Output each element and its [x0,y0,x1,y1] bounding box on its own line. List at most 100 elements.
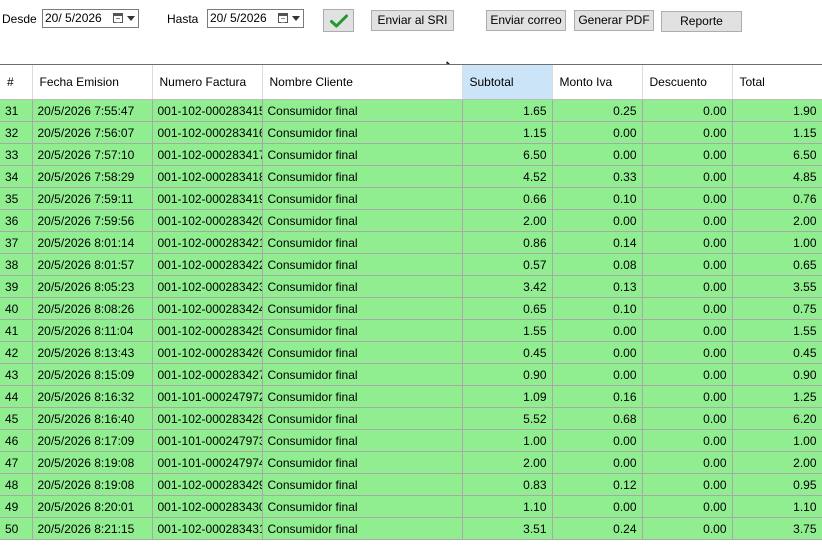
table-row[interactable]: 41 20/5/2026 8:11:04 001-102-000283425 Cons… [0,319,822,342]
nombre-cliente-cell[interactable]: Consumidor final [262,99,463,122]
numero-factura-cell[interactable]: 001-102-000283415 [152,99,263,122]
monto-iva-cell[interactable]: 0.12 [552,473,643,496]
monto-iva-cell[interactable]: 0.10 [552,187,643,210]
table-row[interactable]: 32 20/5/2026 7:56:07 001-102-000283416 Cons… [0,121,822,144]
descuento-cell[interactable]: 0.00 [642,319,733,342]
table-row[interactable]: 49 20/5/2026 8:20:01 001-102-000283430 Cons… [0,495,822,518]
table-row[interactable]: 34 20/5/2026 7:58:29 001-102-000283418 Cons… [0,165,822,188]
table-row[interactable]: 35 20/5/2026 7:59:11 001-102-000283419 Cons… [0,187,822,210]
subtotal-cell[interactable]: 6.50 [462,143,553,166]
nombre-cliente-cell[interactable]: Consumidor final [262,495,463,518]
subtotal-cell[interactable]: 2.00 [462,209,553,232]
table-row[interactable]: 37 20/5/2026 8:01:14 001-102-000283421 Cons… [0,231,822,254]
total-cell[interactable]: 1.55 [732,319,822,342]
fecha-emision-cell[interactable]: 20/5/2026 8:20:01 [32,495,153,518]
search-check-button[interactable] [323,9,354,32]
fecha-emision-cell[interactable]: 20/5/2026 8:08:26 [32,297,153,320]
numero-factura-cell[interactable]: 001-102-000283422 [152,253,263,276]
total-cell[interactable]: 4.85 [732,165,822,188]
subtotal-cell[interactable]: 1.09 [462,385,553,408]
table-row[interactable]: 40 20/5/2026 8:08:26 001-102-000283424 Cons… [0,297,822,320]
subtotal-cell[interactable]: 1.55 [462,319,553,342]
monto-iva-cell[interactable]: 0.00 [552,363,643,386]
descuento-cell[interactable]: 0.00 [642,297,733,320]
calendar-icon[interactable] [113,13,123,23]
subtotal-cell[interactable]: 3.51 [462,517,553,540]
numero-factura-cell[interactable]: 001-102-000283426 [152,341,263,364]
descuento-cell[interactable]: 0.00 [642,209,733,232]
monto-iva-cell[interactable]: 0.14 [552,231,643,254]
column-header-monto-iva[interactable]: Monto Iva [552,65,643,100]
column-header-fecha-emision[interactable]: Fecha Emision [32,65,153,100]
total-cell[interactable]: 0.90 [732,363,822,386]
descuento-cell[interactable]: 0.00 [642,341,733,364]
row-number-cell[interactable]: 35 [0,187,33,210]
nombre-cliente-cell[interactable]: Consumidor final [262,363,463,386]
enviar-sri-button[interactable]: Enviar al SRI [371,10,454,31]
row-number-cell[interactable]: 41 [0,319,33,342]
table-row[interactable]: 50 20/5/2026 8:21:15 001-102-000283431 Cons… [0,517,822,540]
column-header-subtotal[interactable]: Subtotal [462,65,553,100]
total-cell[interactable]: 0.76 [732,187,822,210]
nombre-cliente-cell[interactable]: Consumidor final [262,121,463,144]
total-cell[interactable]: 1.00 [732,429,822,452]
table-row[interactable]: 39 20/5/2026 8:05:23 001-102-000283423 Cons… [0,275,822,298]
numero-factura-cell[interactable]: 001-102-000283428 [152,407,263,430]
descuento-cell[interactable]: 0.00 [642,99,733,122]
row-number-cell[interactable]: 42 [0,341,33,364]
row-number-cell[interactable]: 47 [0,451,33,474]
monto-iva-cell[interactable]: 0.33 [552,165,643,188]
table-row[interactable]: 46 20/5/2026 8:17:09 001-101-000247973 Cons… [0,429,822,452]
fecha-emision-cell[interactable]: 20/5/2026 8:19:08 [32,473,153,496]
table-row[interactable]: 47 20/5/2026 8:19:08 001-101-000247974 Cons… [0,451,822,474]
total-cell[interactable]: 0.75 [732,297,822,320]
row-number-cell[interactable]: 45 [0,407,33,430]
total-cell[interactable]: 6.20 [732,407,822,430]
monto-iva-cell[interactable]: 0.10 [552,297,643,320]
table-row[interactable]: 42 20/5/2026 8:13:43 001-102-000283426 Cons… [0,341,822,364]
desde-date-picker[interactable]: 20/ 5/2026 [42,9,139,28]
monto-iva-cell[interactable]: 0.25 [552,99,643,122]
fecha-emision-cell[interactable]: 20/5/2026 7:59:56 [32,209,153,232]
nombre-cliente-cell[interactable]: Consumidor final [262,231,463,254]
table-row[interactable]: 33 20/5/2026 7:57:10 001-102-000283417 Cons… [0,143,822,166]
numero-factura-cell[interactable]: 001-102-000283416 [152,121,263,144]
numero-factura-cell[interactable]: 001-101-000247974 [152,451,263,474]
row-number-cell[interactable]: 43 [0,363,33,386]
table-row[interactable]: 43 20/5/2026 8:15:09 001-102-000283427 Cons… [0,363,822,386]
nombre-cliente-cell[interactable]: Consumidor final [262,385,463,408]
total-cell[interactable]: 0.45 [732,341,822,364]
monto-iva-cell[interactable]: 0.00 [552,341,643,364]
total-cell[interactable]: 1.25 [732,385,822,408]
row-number-cell[interactable]: 39 [0,275,33,298]
column-header-number[interactable]: # [0,65,33,100]
descuento-cell[interactable]: 0.00 [642,473,733,496]
nombre-cliente-cell[interactable]: Consumidor final [262,319,463,342]
numero-factura-cell[interactable]: 001-101-000247973 [152,429,263,452]
fecha-emision-cell[interactable]: 20/5/2026 7:56:07 [32,121,153,144]
monto-iva-cell[interactable]: 0.00 [552,121,643,144]
monto-iva-cell[interactable]: 0.00 [552,451,643,474]
subtotal-cell[interactable]: 0.83 [462,473,553,496]
table-row[interactable]: 36 20/5/2026 7:59:56 001-102-000283420 Cons… [0,209,822,232]
subtotal-cell[interactable]: 0.86 [462,231,553,254]
descuento-cell[interactable]: 0.00 [642,187,733,210]
hasta-date-picker[interactable]: 20/ 5/2026 [207,9,304,28]
table-row[interactable]: 31 20/5/2026 7:55:47 001-102-000283415 Cons… [0,99,822,122]
numero-factura-cell[interactable]: 001-102-000283430 [152,495,263,518]
row-number-cell[interactable]: 36 [0,209,33,232]
fecha-emision-cell[interactable]: 20/5/2026 8:05:23 [32,275,153,298]
table-row[interactable]: 44 20/5/2026 8:16:32 001-101-000247972 Cons… [0,385,822,408]
numero-factura-cell[interactable]: 001-102-000283427 [152,363,263,386]
numero-factura-cell[interactable]: 001-102-000283423 [152,275,263,298]
column-header-nombre-cliente[interactable]: Nombre Cliente [262,65,463,100]
numero-factura-cell[interactable]: 001-102-000283424 [152,297,263,320]
total-cell[interactable]: 1.10 [732,495,822,518]
column-header-total[interactable]: Total [732,65,822,100]
column-header-numero-factura[interactable]: Numero Factura [152,65,263,100]
chevron-down-icon[interactable] [292,16,300,21]
subtotal-cell[interactable]: 4.52 [462,165,553,188]
total-cell[interactable]: 0.95 [732,473,822,496]
fecha-emision-cell[interactable]: 20/5/2026 8:01:57 [32,253,153,276]
fecha-emision-cell[interactable]: 20/5/2026 8:19:08 [32,451,153,474]
